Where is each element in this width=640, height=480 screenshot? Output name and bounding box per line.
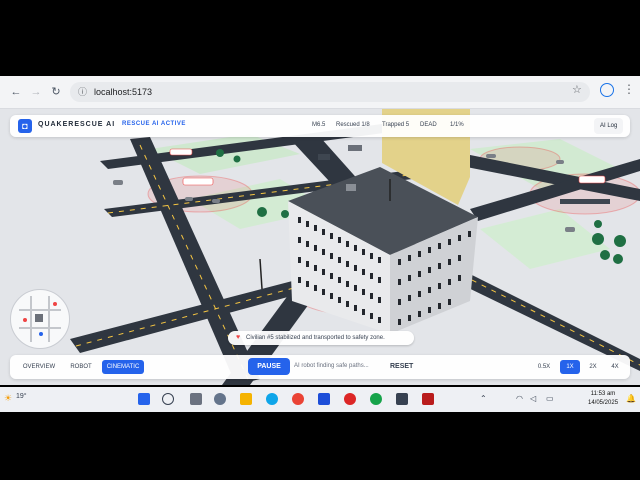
speed-2x-button[interactable]: 2X <box>584 360 602 374</box>
task-view-icon[interactable] <box>190 393 202 405</box>
trapped-stat: Trapped 5 <box>382 122 410 128</box>
volume-icon[interactable]: ◁ <box>530 394 536 403</box>
weather-icon: ☀ <box>4 393 13 403</box>
toast-message: Civilian #5 stabilized and transported t… <box>246 335 385 341</box>
top-hud-bar: ◘ QUAKERESCUE AI RESCUE AI ACTIVE M6.5 R… <box>10 115 630 137</box>
speed-4x-button[interactable]: 4X <box>606 360 624 374</box>
start-icon[interactable] <box>138 393 150 405</box>
media-icon[interactable] <box>422 393 434 405</box>
browser-toolbar: ← → ↻ ⓘ localhost:5173 ☆ ⋮ <box>0 76 640 109</box>
chrome-icon[interactable] <box>292 393 304 405</box>
edge-icon[interactable] <box>266 393 278 405</box>
ai-log-button[interactable]: AI Log <box>594 118 624 134</box>
tray-chevron-icon[interactable]: ⌃ <box>480 394 487 403</box>
browser-menu-icon[interactable]: ⋮ <box>623 82 635 96</box>
simulation-viewport[interactable]: ◘ QUAKERESCUE AI RESCUE AI ACTIVE M6.5 R… <box>0 109 640 385</box>
minimap[interactable] <box>10 289 70 349</box>
rescue-toast: ♥ Civilian #5 stabilized and transported… <box>228 331 414 345</box>
view-cinematic-button[interactable]: CINEMATIC <box>102 360 144 374</box>
app-logo-icon: ◘ <box>18 119 32 133</box>
back-icon[interactable]: ← <box>8 84 24 100</box>
path-status-text: AI robot finding safe paths... <box>294 363 369 369</box>
forward-icon[interactable]: → <box>28 84 44 100</box>
terminal-icon[interactable] <box>396 393 408 405</box>
site-info-icon[interactable]: ⓘ <box>78 82 87 102</box>
pause-button[interactable]: PAUSE <box>248 358 290 375</box>
heart-icon: ♥ <box>236 334 241 341</box>
profile-avatar-icon[interactable] <box>600 83 614 97</box>
settings-icon[interactable] <box>214 393 226 405</box>
clock-date: 14/05/2025 <box>588 400 619 406</box>
app-icon-red[interactable] <box>344 393 356 405</box>
taskbar-clock[interactable]: 11:53 am 14/05/2025 <box>588 390 618 408</box>
reset-button[interactable]: RESET <box>390 363 413 370</box>
progress-stat: 1/1% <box>450 122 464 128</box>
ai-status-label: RESCUE AI ACTIVE <box>122 121 186 127</box>
view-robot-button[interactable]: ROBOT <box>64 360 98 374</box>
view-overview-button[interactable]: OVERVIEW <box>18 360 60 374</box>
minimap-map <box>19 296 61 342</box>
reload-icon[interactable]: ↻ <box>48 84 64 100</box>
app-brand: QUAKERESCUE AI <box>38 121 116 128</box>
address-bar[interactable]: ⓘ localhost:5173 <box>70 82 590 102</box>
url-text: localhost:5173 <box>94 87 153 97</box>
rescued-stat: Rescued 1/8 <box>336 122 370 128</box>
bookmark-star-icon[interactable]: ☆ <box>572 83 582 96</box>
weather-temp: 19° <box>16 393 27 400</box>
wifi-icon[interactable]: ◠ <box>516 394 523 403</box>
battery-icon[interactable]: ▭ <box>546 394 554 403</box>
speed-0-5x-button[interactable]: 0.5X <box>534 360 554 374</box>
vscode-icon[interactable] <box>318 393 330 405</box>
app-icon-green[interactable] <box>370 393 382 405</box>
clock-time: 11:53 am <box>590 391 616 397</box>
windows-taskbar: ☀ 19° ⌃ ◠ ◁ ▭ 11:53 am 14/05/2025 🔔 <box>0 387 640 412</box>
dead-stat: DEAD <box>420 122 437 128</box>
control-bar: OVERVIEW ROBOT CINEMATIC PAUSE AI robot … <box>10 355 630 379</box>
search-icon[interactable] <box>162 393 174 405</box>
speed-1x-button[interactable]: 1X <box>560 360 580 374</box>
notifications-icon[interactable]: 🔔 <box>626 394 636 403</box>
file-explorer-icon[interactable] <box>240 393 252 405</box>
magnitude-stat: M6.5 <box>312 122 326 128</box>
